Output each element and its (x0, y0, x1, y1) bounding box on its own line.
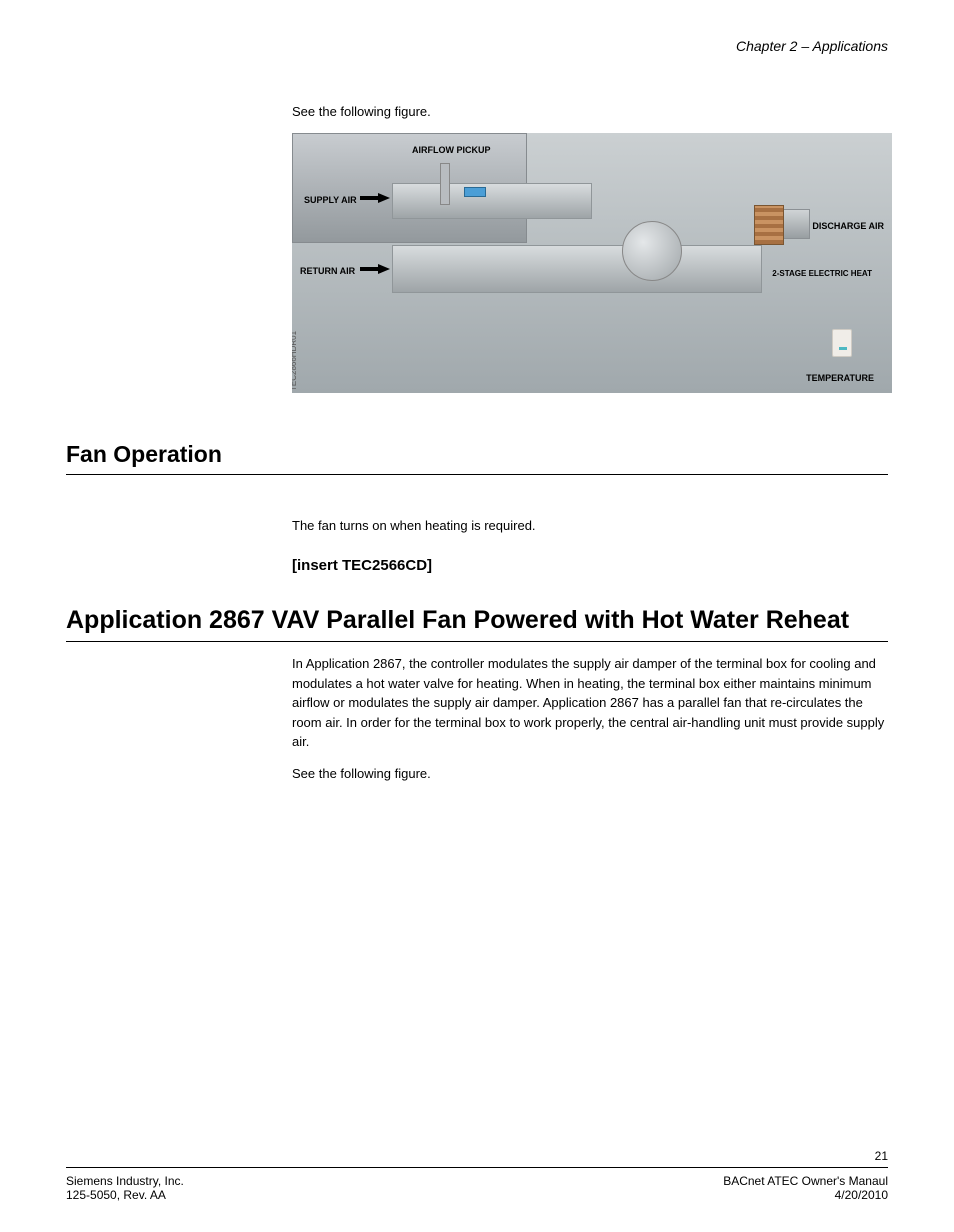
duct-return (392, 245, 762, 293)
page-number: 21 (66, 1149, 888, 1163)
arrow-return-icon (360, 264, 390, 274)
temperature-led-icon (839, 347, 847, 350)
label-temperature: TEMPERATURE (806, 373, 874, 383)
heading-application-2867: Application 2867 VAV Parallel Fan Powere… (66, 606, 888, 642)
see-text-1: See the following figure. (292, 104, 888, 119)
app-body-text: In Application 2867, the controller modu… (292, 654, 888, 752)
duct-supply (392, 183, 592, 219)
label-airflow-pickup: AIRFLOW PICKUP (412, 145, 491, 155)
label-discharge-air: DISCHARGE AIR (812, 221, 884, 231)
pickup-sensor (464, 187, 486, 197)
page-footer: 21 Siemens Industry, Inc. BACnet ATEC Ow… (66, 1149, 888, 1202)
footer-rule (66, 1167, 888, 1168)
footer-left-1: Siemens Industry, Inc. (66, 1174, 184, 1188)
chapter-header: Chapter 2 – Applications (66, 38, 888, 54)
fan-body-text: The fan turns on when heating is require… (292, 517, 888, 535)
footer-right-2: 4/20/2010 (835, 1188, 888, 1202)
temperature-sensor (832, 329, 852, 357)
label-return-air: RETURN AIR (300, 266, 355, 276)
arrow-supply-icon (360, 193, 390, 203)
figure-code-vertical: TEC2866HDR01 (292, 331, 298, 391)
heading-fan-operation: Fan Operation (66, 441, 888, 475)
see-text-2: See the following figure. (292, 764, 888, 784)
footer-right-1: BACnet ATEC Owner's Manaul (723, 1174, 888, 1188)
pickup-probe (440, 163, 450, 205)
fan-icon (622, 221, 682, 281)
footer-left-2: 125-5050, Rev. AA (66, 1188, 166, 1202)
figure-diagram: AIRFLOW PICKUP SUPPLY AIR RETURN AIR DIS… (292, 133, 892, 393)
heat-element (754, 205, 784, 245)
label-supply-air: SUPPLY AIR (304, 195, 357, 205)
label-two-stage: 2-STAGE ELECTRIC HEAT (772, 269, 872, 278)
insert-placeholder: [insert TEC2566CD] (292, 557, 888, 574)
